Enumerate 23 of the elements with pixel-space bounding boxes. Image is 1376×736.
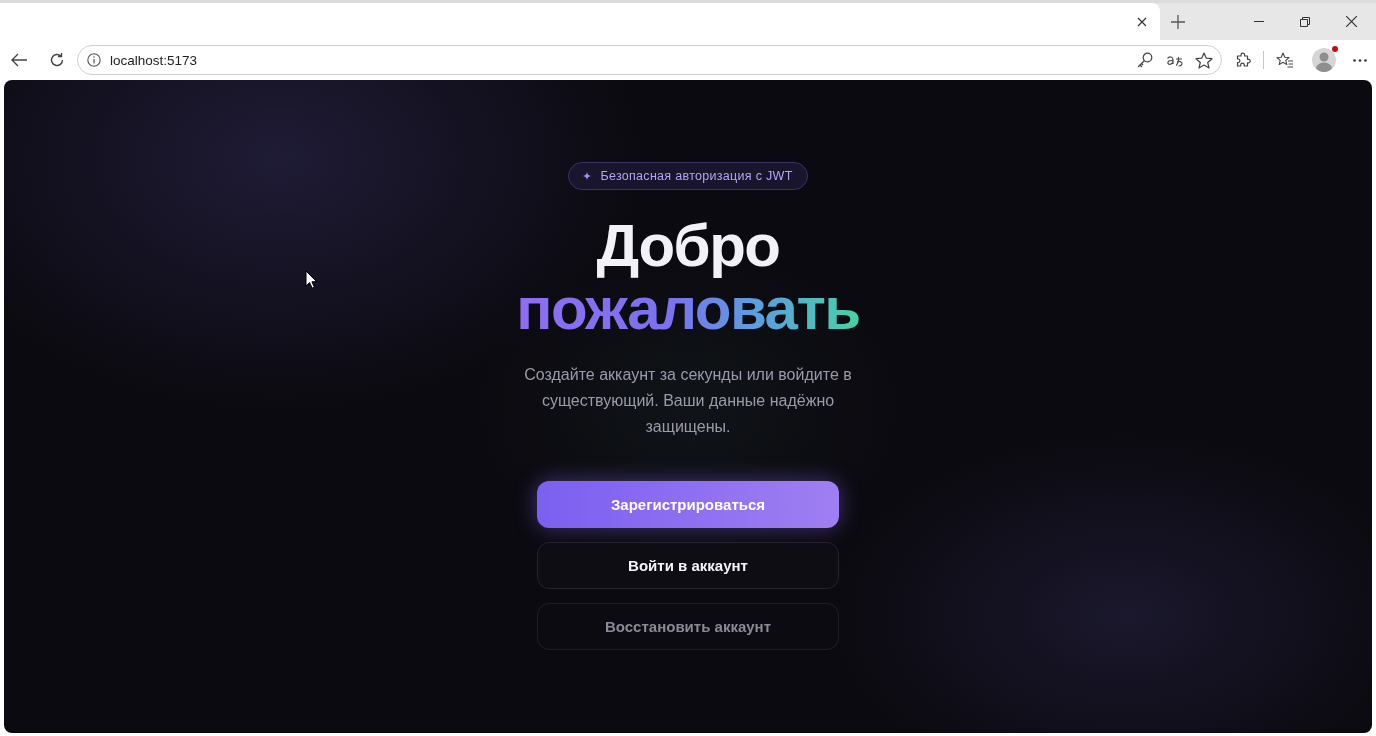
key-icon[interactable] [1137,52,1153,68]
star-outline-icon[interactable] [1195,51,1213,69]
sparkle-icon [583,172,592,180]
login-button[interactable]: Войти в аккаунт [537,542,839,589]
new-tab-icon[interactable] [1171,14,1185,29]
back-arrow-icon[interactable] [11,53,27,67]
badge-text: Безопасная авторизация с JWT [600,169,793,183]
register-button[interactable]: Зарегистрироваться [537,481,839,528]
favorites-list-icon[interactable] [1276,52,1294,68]
close-tab-icon[interactable] [1137,16,1147,27]
puzzle-icon[interactable] [1235,52,1251,68]
reload-icon[interactable] [49,52,65,68]
url-text: localhost:5173 [110,52,198,68]
info-icon[interactable] [87,53,101,67]
restore-icon[interactable] [1300,16,1310,27]
mouse-pointer-icon [305,270,317,289]
description-text: Создайте аккаунт за секунды или войдите в существующий. Ваши данные надёжно защищены. [523,365,853,437]
more-menu-icon[interactable] [1353,58,1367,62]
translate-icon[interactable] [1166,53,1184,67]
restore-account-button[interactable]: Восстановить аккаунт [537,603,839,650]
profile-avatar-icon[interactable] [1312,48,1336,72]
close-icon[interactable] [1346,16,1357,27]
headline: Добро [596,214,780,277]
